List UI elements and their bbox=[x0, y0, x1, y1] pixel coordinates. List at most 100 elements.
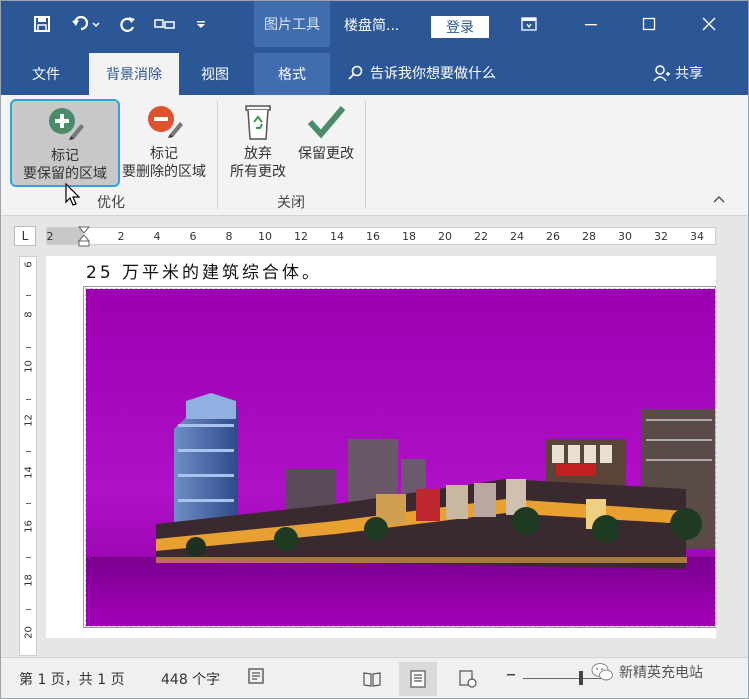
undo-icon[interactable] bbox=[69, 11, 103, 37]
zoom-slider-handle[interactable] bbox=[579, 671, 583, 685]
context-group-picture-tools: 图片工具 bbox=[254, 1, 330, 47]
ruler-tick: 12 bbox=[23, 414, 35, 427]
discard-line1: 放弃 bbox=[244, 146, 272, 162]
document-page[interactable]: 25 万平米的建筑综合体。 bbox=[46, 256, 716, 638]
share-label: 共享 bbox=[675, 66, 703, 82]
ruler-tick: 28 bbox=[582, 230, 596, 243]
wechat-icon bbox=[591, 663, 613, 681]
document-area: L 2 2 4 6 8 10 12 14 16 18 20 22 24 26 2… bbox=[1, 216, 748, 657]
keep-changes-label: 保留更改 bbox=[298, 146, 354, 162]
ruler-tick: 6 bbox=[23, 261, 35, 268]
ruler-tick: 4 bbox=[153, 230, 161, 243]
watermark: 新精英充电站 bbox=[591, 662, 703, 682]
ruler-dash bbox=[26, 503, 31, 504]
discard-line2: 所有更改 bbox=[230, 164, 286, 180]
recycle-bin-icon bbox=[245, 105, 271, 140]
group-label-close: 关闭 bbox=[277, 195, 305, 211]
ruler-tick: 26 bbox=[546, 230, 560, 243]
ruler-tick: 2 bbox=[46, 230, 54, 243]
building-picture[interactable] bbox=[85, 288, 716, 627]
zoom-out-icon[interactable] bbox=[505, 666, 517, 685]
discard-all-changes-button[interactable]: 放弃 所有更改 bbox=[223, 99, 293, 187]
checkmark-icon bbox=[307, 106, 346, 139]
ruler-tick: 16 bbox=[366, 230, 380, 243]
word-count[interactable]: 448 个字 bbox=[161, 669, 220, 689]
ruler-tick: 8 bbox=[23, 311, 35, 318]
proofing-icon[interactable] bbox=[247, 667, 265, 689]
plus-pencil-icon bbox=[49, 108, 84, 140]
ruler-tick: 18 bbox=[23, 574, 35, 587]
body-text[interactable]: 25 万平米的建筑综合体。 bbox=[86, 258, 322, 283]
minimize-icon[interactable] bbox=[571, 9, 611, 39]
ruler-tick: 24 bbox=[510, 230, 524, 243]
status-bar: 第 1 页，共 1 页 448 个字 新精英充电站 bbox=[1, 657, 748, 698]
ribbon-tabs: 文件 背景消除 视图 格式 告诉我你想要做什么 共享 bbox=[1, 47, 748, 95]
ruler-tick: 8 bbox=[225, 230, 233, 243]
ruler-tick: 30 bbox=[618, 230, 632, 243]
group-label-refine: 优化 bbox=[97, 195, 125, 211]
ruler-dash bbox=[26, 609, 31, 610]
ruler-tick: 10 bbox=[258, 230, 272, 243]
tab-view[interactable]: 视图 bbox=[187, 53, 243, 95]
title-bar: 图片工具 楼盘简... 登录 bbox=[1, 1, 748, 47]
tell-me-box[interactable]: 告诉我你想要做什么 bbox=[348, 63, 496, 83]
redo-icon[interactable] bbox=[115, 11, 141, 37]
ruler-tick: 14 bbox=[330, 230, 344, 243]
tab-background-removal[interactable]: 背景消除 bbox=[89, 53, 179, 95]
mark-remove-line1: 标记 bbox=[150, 146, 178, 162]
customize-qat-icon[interactable] bbox=[191, 11, 211, 37]
person-icon bbox=[653, 65, 670, 82]
ruler-tick: 20 bbox=[438, 230, 452, 243]
ruler-dash bbox=[26, 451, 31, 452]
watermark-text: 新精英充电站 bbox=[619, 665, 703, 681]
collapse-ribbon-icon[interactable] bbox=[713, 193, 725, 207]
mark-areas-to-remove-button[interactable]: 标记 要删除的区域 bbox=[117, 99, 211, 187]
login-button[interactable]: 登录 bbox=[431, 16, 489, 38]
tell-me-text: 告诉我你想要做什么 bbox=[370, 66, 496, 82]
ruler-tick: 16 bbox=[23, 520, 35, 533]
ruler-tick: 10 bbox=[23, 360, 35, 373]
ruler-tick: 20 bbox=[23, 626, 35, 639]
mark-keep-line1: 标记 bbox=[51, 148, 79, 164]
mark-areas-to-keep-button[interactable]: 标记 要保留的区域 bbox=[10, 99, 120, 187]
ruler-dash bbox=[26, 557, 31, 558]
ruler-tick: 32 bbox=[654, 230, 668, 243]
vertical-ruler[interactable]: 6 8 10 12 14 16 18 20 bbox=[19, 256, 37, 656]
ruler-tick: 34 bbox=[690, 230, 704, 243]
tab-selector[interactable]: L bbox=[14, 226, 36, 246]
indent-marker-icon[interactable] bbox=[78, 226, 90, 248]
word-window: 图片工具 楼盘简... 登录 文件 背景消除 视图 格式 告诉我你想要做什么 共… bbox=[0, 0, 749, 699]
close-icon[interactable] bbox=[689, 9, 729, 39]
web-layout-icon[interactable] bbox=[449, 662, 487, 696]
ruler-tick: 6 bbox=[189, 230, 197, 243]
read-mode-icon[interactable] bbox=[353, 662, 391, 696]
ruler-tick: 18 bbox=[402, 230, 416, 243]
ribbon: 标记 要保留的区域 标记 要删除的区域 放弃 所有更改 保留更改 优化 关闭 bbox=[1, 95, 748, 216]
mark-keep-line2: 要保留的区域 bbox=[23, 166, 107, 182]
page-count[interactable]: 第 1 页，共 1 页 bbox=[19, 669, 125, 689]
ruler-tick: 12 bbox=[294, 230, 308, 243]
ruler-tick: 2 bbox=[117, 230, 125, 243]
picture-frame[interactable] bbox=[83, 286, 716, 628]
tab-format[interactable]: 格式 bbox=[254, 53, 330, 95]
tab-file[interactable]: 文件 bbox=[17, 53, 75, 95]
keep-changes-button[interactable]: 保留更改 bbox=[291, 99, 361, 187]
building-complex-image bbox=[86, 289, 715, 626]
group-separator bbox=[365, 101, 366, 209]
touch-mode-icon[interactable] bbox=[151, 11, 179, 37]
save-icon[interactable] bbox=[29, 11, 55, 37]
ruler-dash bbox=[26, 399, 31, 400]
ruler-dash bbox=[26, 347, 31, 348]
group-separator bbox=[217, 101, 218, 209]
minus-pencil-icon bbox=[148, 106, 183, 138]
print-layout-icon[interactable] bbox=[399, 662, 437, 696]
mouse-pointer-icon bbox=[65, 183, 81, 206]
share-button[interactable]: 共享 bbox=[653, 63, 703, 83]
ribbon-display-options-icon[interactable] bbox=[509, 9, 549, 39]
horizontal-ruler[interactable]: 2 2 4 6 8 10 12 14 16 18 20 22 24 26 28 … bbox=[46, 226, 716, 248]
ruler-tick: 22 bbox=[474, 230, 488, 243]
mark-remove-line2: 要删除的区域 bbox=[122, 164, 206, 180]
document-title: 楼盘简... bbox=[344, 18, 400, 34]
maximize-icon[interactable] bbox=[629, 9, 669, 39]
ruler-tick: 14 bbox=[23, 466, 35, 479]
